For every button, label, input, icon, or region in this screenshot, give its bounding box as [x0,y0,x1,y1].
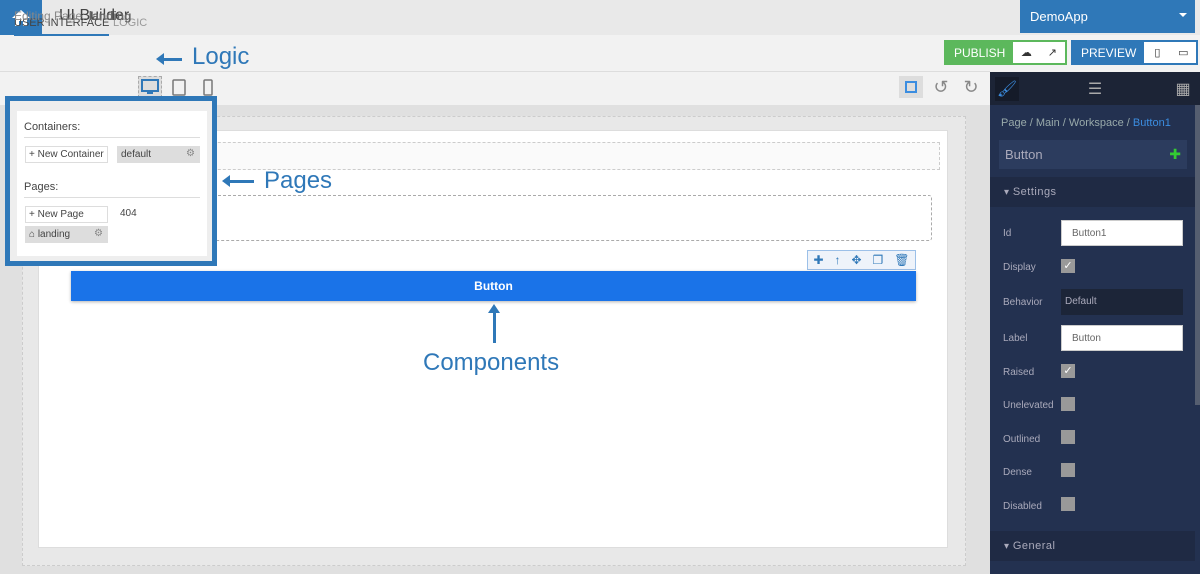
annotation-components: Components [423,349,560,376]
component-type: Button ✚ [999,140,1187,169]
puzzle-icon[interactable]: ✚ [1169,146,1181,163]
tablet-icon [172,78,186,96]
mode-tabs [0,35,990,72]
component-toolbar: ✚ ↑ ✥ ❐ 🗑 [807,250,916,270]
outlined-label: Outlined [1003,434,1041,445]
label-input[interactable]: Button [1061,325,1183,351]
page-404[interactable]: 404 [117,206,140,223]
copy-icon[interactable]: ❐ [873,253,884,267]
app-selector-label: DemoApp [1030,9,1088,24]
id-input[interactable]: Button1 [1061,220,1183,246]
behavior-label: Behavior [1003,297,1043,308]
raised-checkbox[interactable]: ✓ [1061,364,1075,378]
desktop-view-button[interactable] [138,76,162,98]
dense-checkbox[interactable] [1061,463,1075,477]
desktop-icon[interactable]: ▭ [1170,42,1197,63]
home-icon: ⌂ [29,229,38,240]
preview-group: PREVIEW ▯ ▭ [1071,40,1199,65]
external-link-icon[interactable]: ↗ [1039,42,1066,63]
component-button[interactable]: Button [71,271,916,301]
raised-label: Raised [1003,367,1035,378]
mobile-icon[interactable]: ▯ [1144,42,1171,63]
label-label: Label [1003,333,1028,344]
disabled-label: Disabled [1003,501,1042,512]
mobile-icon [203,78,213,96]
desktop-icon [141,79,159,94]
app-selector[interactable]: DemoApp [1020,0,1195,33]
redo-icon[interactable]: ↻ [959,76,983,98]
annotation-arrow [222,175,254,187]
component-type-label: Button [1005,147,1043,162]
dense-label: Dense [1003,467,1032,478]
settings-section[interactable]: Settings [990,177,1195,207]
publish-group: PUBLISH ☁ ↗ [944,40,1068,65]
preview-button[interactable]: PREVIEW [1073,42,1145,63]
canvas-tools: ↺ ↻ [899,76,983,98]
containers-title: Containers: [24,121,81,133]
mobile-view-button[interactable] [196,76,220,98]
annotation-arrow [488,304,500,343]
display-checkbox[interactable]: ✓ [1061,259,1075,273]
unelevated-checkbox[interactable] [1061,397,1075,411]
outlined-checkbox[interactable] [1061,430,1075,444]
container-box[interactable] [200,195,932,241]
panel-tabs: 🖌 ☰ ▦ [990,72,1200,105]
arrow-up-icon[interactable]: ↑ [835,253,841,267]
move-icon[interactable]: ✥ [851,253,861,267]
new-page-button[interactable]: + New Page [25,206,108,223]
puzzle-icon[interactable]: ✚ [813,253,823,267]
divider [24,137,200,138]
grid-icon[interactable]: ▦ [1171,77,1195,101]
crumb-workspace[interactable]: Workspace [1069,117,1124,129]
page-name: landing [37,229,71,240]
editing-page-name: landing [88,9,132,23]
annotation-arrow [156,53,182,65]
tablet-view-button[interactable] [167,76,191,98]
editing-label: Editing Page: [14,9,86,23]
undo-icon[interactable]: ↺ [929,76,953,98]
general-section[interactable]: General [990,531,1195,561]
pages-title: Pages: [24,181,59,193]
crumb-current: Button1 [1132,117,1171,129]
publish-button[interactable]: PUBLISH [946,42,1014,63]
divider [24,197,200,198]
crumb-page[interactable]: Page [1001,117,1027,129]
trash-icon[interactable]: 🗑 [894,253,909,267]
select-tool[interactable] [899,76,923,98]
crumb-main[interactable]: Main [1036,117,1060,129]
disabled-checkbox[interactable] [1061,497,1075,511]
breadcrumb: Page / Main / Workspace / Button1 [1001,117,1171,129]
brush-icon[interactable]: 🖌 [995,76,1019,101]
editing-page-label: Editing Page: landing [14,9,131,23]
annotation-logic: Logic [192,43,250,70]
behavior-select[interactable]: Default [1061,289,1183,315]
gear-icon[interactable]: ⚙ [94,228,103,239]
id-label: Id [1003,228,1012,239]
display-label: Display [1003,262,1036,273]
square-icon [905,81,917,93]
container-name: default [121,149,152,160]
annotation-pages: Pages [264,167,333,194]
chevron-down-icon [1179,13,1187,21]
page-landing[interactable]: ⌂ landing ⚙ [25,226,108,243]
container-default[interactable]: default ⚙ [117,146,200,163]
cloud-upload-icon[interactable]: ☁ [1013,42,1040,63]
unelevated-label: Unelevated [1003,400,1054,411]
gear-icon[interactable]: ⚙ [186,148,195,159]
panel-scrollbar[interactable] [1195,105,1200,405]
new-container-button[interactable]: + New Container [25,146,108,163]
menu-icon[interactable]: ☰ [1083,77,1107,101]
